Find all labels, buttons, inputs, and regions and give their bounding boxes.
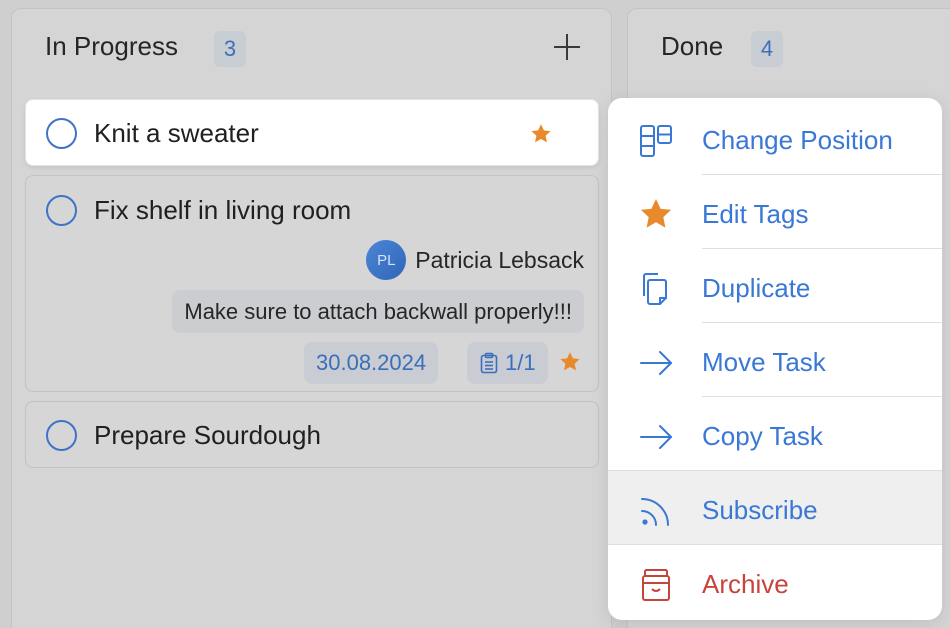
layout-grid-icon [638,123,674,159]
star-icon[interactable] [529,122,553,146]
task-card[interactable]: Fix shelf in living room PL Patricia Leb… [25,175,599,392]
menu-item-move-task[interactable]: Move Task [608,323,942,397]
star-icon [638,197,674,233]
rss-icon [638,493,674,529]
column-header: In Progress 3 [12,9,611,87]
plus-icon[interactable] [552,32,582,62]
star-icon[interactable] [558,350,582,374]
task-note: Make sure to attach backwall properly!!! [172,290,584,333]
due-date-chip: 30.08.2024 [304,342,439,384]
checklist-chip: 1/1 [467,342,548,384]
column-in-progress: In Progress 3 Knit a sweater Fix shelf i… [11,8,612,628]
task-context-menu: Change Position Edit Tags Duplicate Move… [608,98,942,620]
task-checkbox[interactable] [46,118,77,149]
task-title: Prepare Sourdough [94,420,321,450]
task-card[interactable]: Prepare Sourdough [25,401,599,468]
menu-item-label: Subscribe [702,495,818,525]
menu-item-label: Duplicate [702,273,811,303]
task-checkbox[interactable] [46,420,77,451]
menu-item-change-position[interactable]: Change Position [608,101,942,175]
task-assignee: PL Patricia Lebsack [366,240,584,280]
avatar: PL [366,240,407,280]
menu-item-copy-task[interactable]: Copy Task [608,397,942,471]
menu-item-label: Move Task [702,347,826,377]
archive-box-icon [638,567,674,603]
checklist-progress: 1/1 [505,350,536,375]
menu-item-label: Archive [702,569,789,599]
task-title: Fix shelf in living room [94,195,352,225]
assignee-name: Patricia Lebsack [415,246,584,273]
menu-item-label: Change Position [702,125,893,155]
menu-item-subscribe[interactable]: Subscribe [608,471,942,545]
task-card[interactable]: Knit a sweater [25,99,599,166]
task-title: Knit a sweater [94,118,259,148]
column-count-badge: 4 [751,31,783,67]
arrow-right-icon [638,419,674,455]
column-title: In Progress [45,31,178,61]
clipboard-list-icon [479,352,499,374]
duplicate-icon [638,271,674,307]
menu-item-label: Edit Tags [702,199,809,229]
task-checkbox[interactable] [46,195,77,226]
menu-item-archive[interactable]: Archive [608,545,942,619]
column-count-badge: 3 [214,31,246,67]
menu-item-label: Copy Task [702,421,823,451]
column-title: Done [661,31,724,61]
arrow-right-icon [638,345,674,381]
menu-item-edit-tags[interactable]: Edit Tags [608,175,942,249]
menu-item-duplicate[interactable]: Duplicate [608,249,942,323]
column-header: Done 4 [628,9,950,87]
